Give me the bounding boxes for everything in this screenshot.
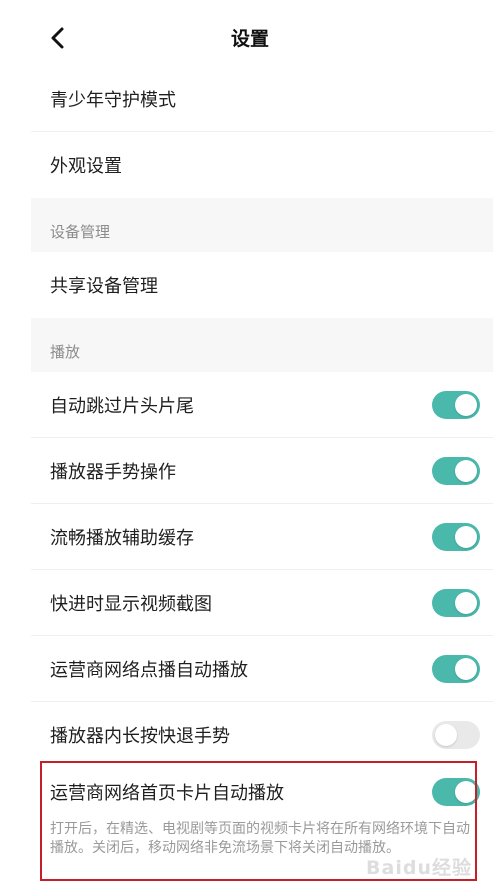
carrier-autoplay-item[interactable]: 运营商网络点播自动播放 (31, 636, 493, 702)
settings-list: 青少年守护模式 外观设置 设备管理 共享设备管理 播放 自动跳过片头片尾 播放器… (31, 66, 493, 768)
item-label: 流畅播放辅助缓存 (50, 527, 194, 549)
long-press-rewind-toggle[interactable] (432, 721, 480, 749)
section-header-playback: 播放 (31, 318, 493, 372)
toggle-knob (455, 459, 477, 482)
top-bar: 设置 (0, 0, 500, 66)
item-label: 运营商网络点播自动播放 (50, 659, 248, 681)
skip-intro-toggle[interactable] (432, 390, 480, 419)
toggle-knob (455, 393, 477, 416)
gesture-item[interactable]: 播放器手势操作 (31, 438, 493, 504)
shared-device-item[interactable]: 共享设备管理 (31, 252, 493, 318)
smooth-cache-toggle[interactable] (432, 522, 480, 551)
item-label: 播放器内长按快退手势 (50, 726, 230, 747)
toggle-knob (455, 525, 477, 548)
seek-preview-toggle[interactable] (432, 588, 480, 617)
skip-intro-item[interactable]: 自动跳过片头片尾 (31, 372, 493, 438)
seek-preview-item[interactable]: 快进时显示视频截图 (31, 570, 493, 636)
gesture-toggle[interactable] (432, 456, 480, 485)
watermark: Baidu经验 (366, 857, 472, 879)
toggle-knob (435, 724, 457, 746)
toggle-knob (455, 657, 477, 680)
long-press-rewind-item[interactable]: 播放器内长按快退手势 (31, 702, 493, 768)
toggle-knob (455, 591, 477, 614)
section-header-device: 设备管理 (31, 198, 493, 252)
section-label: 播放 (50, 343, 81, 361)
item-label: 青少年守护模式 (50, 89, 176, 111)
item-label: 外观设置 (50, 156, 122, 177)
item-label: 自动跳过片头片尾 (50, 395, 194, 417)
item-label: 播放器手势操作 (50, 461, 176, 483)
appearance-item[interactable]: 外观设置 (31, 132, 493, 198)
item-label: 快进时显示视频截图 (50, 593, 212, 615)
smooth-cache-item[interactable]: 流畅播放辅助缓存 (31, 504, 493, 570)
page-title: 设置 (230, 28, 269, 50)
carrier-autoplay-toggle[interactable] (432, 654, 480, 683)
youth-mode-item[interactable]: 青少年守护模式 (31, 66, 493, 132)
item-label: 共享设备管理 (50, 276, 158, 297)
section-label: 设备管理 (50, 223, 111, 241)
